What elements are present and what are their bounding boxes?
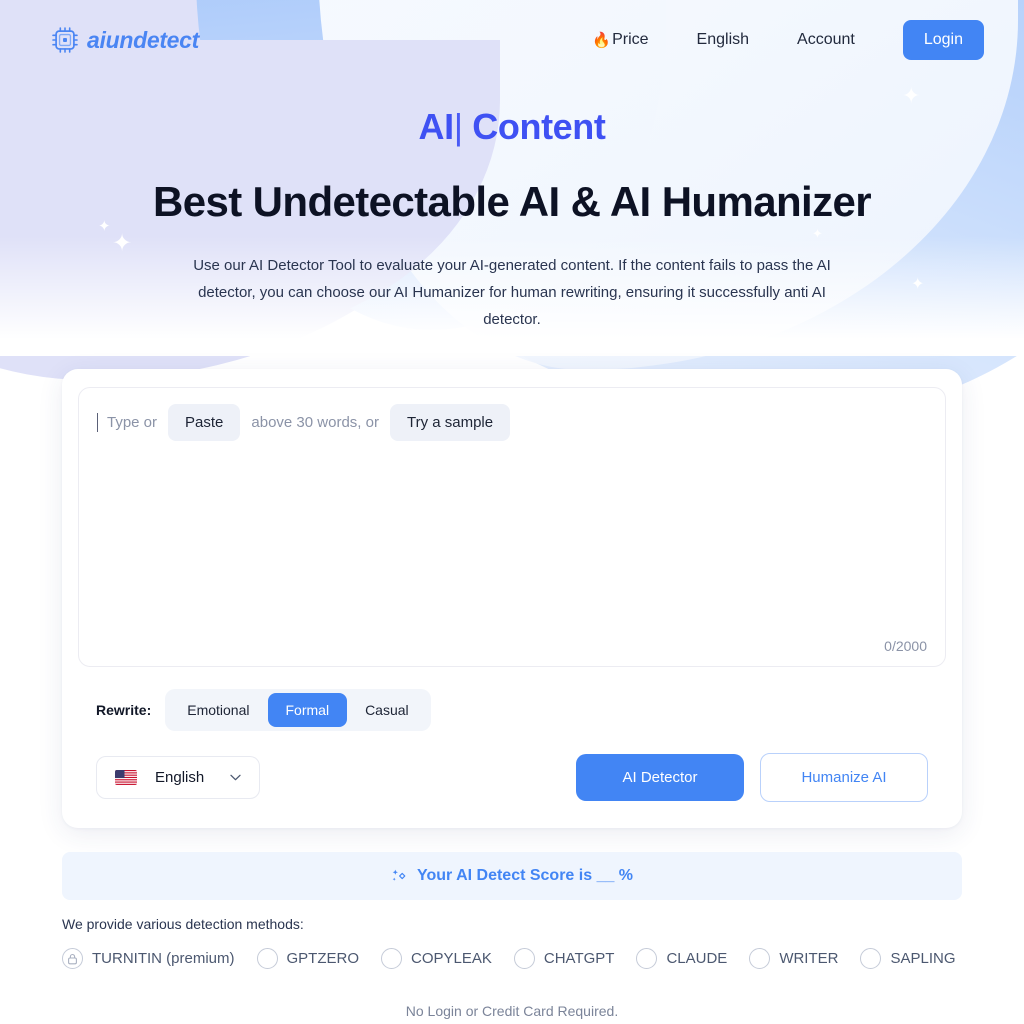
radio-writer[interactable] [749,948,771,969]
methods-row: TURNITIN (premium) GPTZERO COPYLEAK CHAT… [62,948,962,969]
detection-methods: We provide various detection methods: TU… [62,916,962,969]
hero-section: AI| Content Best Undetectable AI & AI Hu… [0,80,1024,333]
humanize-ai-button[interactable]: Humanize AI [760,753,928,802]
method-label-copyleak: COPYLEAK [411,950,492,967]
radio-gptzero[interactable] [256,948,278,969]
radio-claude[interactable] [636,948,658,969]
tone-option-casual[interactable]: Casual [347,693,427,727]
editor-placeholder-row: Type or Paste above 30 words, or Try a s… [97,404,927,441]
score-banner: Your AI Detect Score is __ % [62,852,962,900]
sparkle-icon [392,869,406,881]
paste-button[interactable]: Paste [168,404,241,441]
chip-icon [52,27,78,53]
method-label-chatgpt: CHATGPT [543,950,615,967]
method-label-gptzero: GPTZERO [286,950,360,967]
method-label-writer: WRITER [779,950,839,967]
rewrite-label: Rewrite: [96,702,152,718]
nav-item-price[interactable]: 🔥 Price [568,23,672,57]
actions-row: English AI Detector Humanize AI [96,753,928,802]
nav-item-account-label: Account [797,31,855,48]
ai-detector-button[interactable]: AI Detector [576,754,744,801]
nav-item-english[interactable]: English [673,23,773,57]
radio-turnitin[interactable] [62,948,83,969]
page-root: ✦ ✦ ✦ ✦ ✦ aiundetect 🔥 Price English Acc… [0,0,1024,1024]
method-label-sapling: SAPLING [890,950,956,967]
method-option-claude[interactable]: CLAUDE [636,948,727,969]
us-flag-icon [115,770,137,785]
hero-eyebrow-prefix: AI [418,106,455,147]
footnote: No Login or Credit Card Required. [405,1003,619,1019]
method-option-turnitin[interactable]: TURNITIN (premium) [62,948,235,969]
placeholder-middle: above 30 words, or [251,414,379,431]
text-editor[interactable]: Type or Paste above 30 words, or Try a s… [78,387,946,667]
nav-item-price-label: Price [612,31,649,48]
hero-eyebrow: AI| Content [0,106,1024,148]
hero-subtitle: Use our AI Detector Tool to evaluate you… [193,257,831,328]
chevron-down-icon [230,774,241,781]
brand-logo[interactable]: aiundetect [50,25,199,55]
language-label: English [155,769,205,786]
nav-item-english-label: English [696,31,750,48]
hero-eyebrow-suffix: Content [462,106,606,147]
nav-item-account[interactable]: Account [773,23,879,57]
score-banner-text: Your AI Detect Score is __ % [416,867,634,884]
text-caret [97,413,98,432]
method-label-turnitin: TURNITIN (premium) [92,950,235,967]
main-nav: 🔥 Price English Account Login [568,20,984,60]
detector-card: Type or Paste above 30 words, or Try a s… [62,369,962,828]
rewrite-tone-group: Emotional Formal Casual [165,689,431,731]
rewrite-row: Rewrite: Emotional Formal Casual [96,689,946,731]
flame-icon: 🔥 [592,32,612,49]
tone-option-emotional[interactable]: Emotional [169,693,267,727]
radio-sapling[interactable] [860,948,882,969]
method-option-sapling[interactable]: SAPLING [860,948,956,969]
method-option-chatgpt[interactable]: CHATGPT [513,948,615,969]
radio-chatgpt[interactable] [513,948,535,969]
method-option-gptzero[interactable]: GPTZERO [256,948,360,969]
language-selector[interactable]: English [96,756,260,799]
try-sample-button[interactable]: Try a sample [389,404,511,441]
typing-caret: | [453,106,463,147]
brand-name: aiundetect [87,26,200,53]
placeholder-prefix: Type or [107,414,158,431]
login-button[interactable]: Login [902,20,984,60]
methods-label: We provide various detection methods: [62,916,304,932]
tone-option-formal[interactable]: Formal [267,693,348,727]
character-counter: 0/2000 [884,638,927,654]
method-option-writer[interactable]: WRITER [749,948,838,969]
method-option-copyleak[interactable]: COPYLEAK [381,948,492,969]
method-label-claude: CLAUDE [666,950,728,967]
site-header: aiundetect 🔥 Price English Account Login [0,0,1024,80]
page-title: Best Undetectable AI & AI Humanizer [152,178,872,225]
lock-icon [68,953,77,964]
radio-copyleak[interactable] [381,948,403,969]
